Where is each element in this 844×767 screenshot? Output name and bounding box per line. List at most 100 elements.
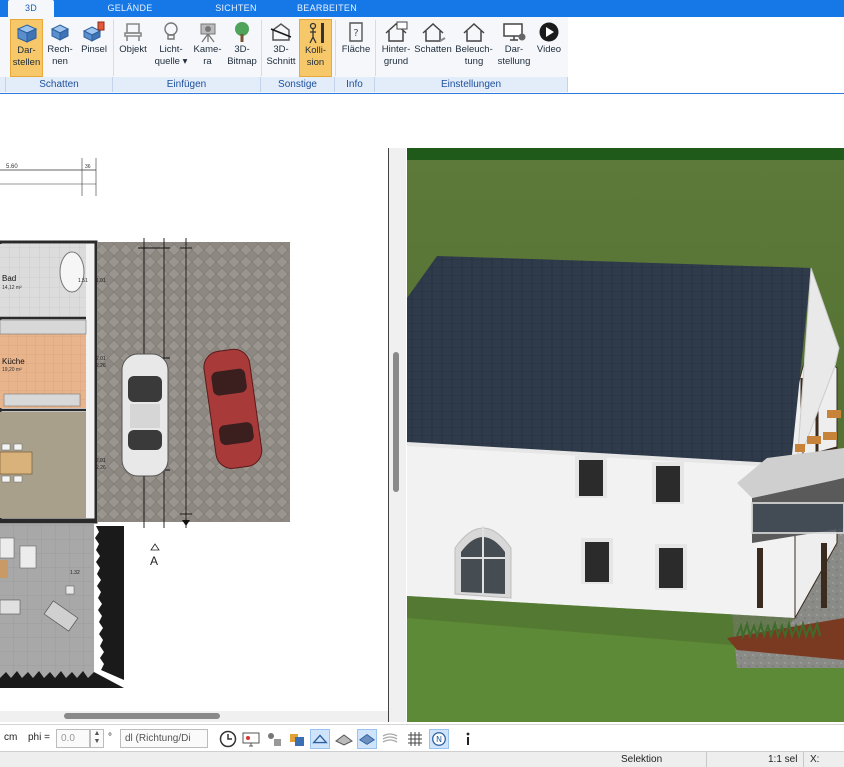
floor-plan-view[interactable]: 5.60 36 Bad 14,12 m² Küche 19,20 m² 1.51… [0,148,388,722]
bottom-toolbar: cm phi = ▲▼ ° dl (Richtung/Di N [0,724,844,751]
schatten-button[interactable]: Schatten [414,19,452,77]
plane-tilt-icon[interactable] [310,729,330,749]
lightbulb-icon [164,22,178,40]
video-button[interactable]: Video [534,19,564,77]
svg-text:N: N [436,734,442,744]
ribbon-separator [261,20,262,76]
house-shadow-icon [422,22,446,42]
darstellung-button[interactable]: Dar- stellung [495,19,533,77]
darstellen-label: Dar- stellen [12,45,41,68]
horizon-band [407,148,844,160]
monitor-settings-icon [503,23,526,41]
tree-icon [235,22,249,42]
layers-color-icon[interactable] [287,729,307,749]
ribbon-separator [375,20,376,76]
kollision-button[interactable]: Kolli- sion [299,19,332,77]
kitchen-counter [0,319,87,335]
chair-icon [124,23,142,41]
cut-icon [270,23,292,41]
objekt-label: Objekt [119,44,147,55]
phi-input[interactable] [56,729,90,748]
bathtub [59,251,85,293]
flaeche-button[interactable]: ? Fläche [338,19,374,77]
dimension-arrow [182,520,190,526]
group-einstellungen: Einstellungen [375,77,568,92]
pinsel-button[interactable]: Pinsel [78,19,110,77]
3d-schnitt-button[interactable]: 3D- Schnitt [264,19,298,77]
flaeche-label: Fläche [341,44,371,55]
person-wall-icon [308,22,324,44]
room-name-bad: Bad [2,274,16,283]
dl-direction-select[interactable]: dl (Richtung/Di [120,729,208,748]
dim-label: 1.32 [70,570,80,576]
status-bar: Selektion 1:1 sel X: [0,751,844,767]
kitchen-island [3,393,81,407]
status-coordinate-x: X: [810,754,820,765]
ribbon: Dar- stellen Rech- nen Pinsel Objekt Lic… [0,17,568,93]
3d-bitmap-button[interactable]: 3D- Bitmap [225,19,259,77]
ribbon-tab-bar: 3D GELÄNDE SICHTEN BEARBEITEN [0,0,844,17]
room-area-kueche: 19,20 m² [2,367,22,373]
status-separator [706,752,707,767]
lichtquelle-label: Licht- quelle ▾ [154,44,188,67]
ribbon-separator [113,20,114,76]
camera-icon [200,23,215,43]
objekt-button[interactable]: Objekt [116,19,150,77]
hintergrund-button[interactable]: Hinter- grund [378,19,414,77]
3d-view[interactable] [407,148,844,722]
tab-sichten[interactable]: SICHTEN [200,0,272,17]
room-name-kueche: Küche [2,357,25,366]
rechnen-label: Rech- nen [47,44,73,67]
phi-stepper[interactable]: ▲ ▼ [90,729,104,748]
3d-render-canvas[interactable] [407,148,844,722]
dim-label: 1.01 [96,278,106,284]
phi-label: phi = [28,732,50,743]
rechnen-button[interactable]: Rech- nen [45,19,75,77]
beleuchtung-button[interactable]: Beleuch- tung [454,19,494,77]
group-info: Info [335,77,375,92]
play-icon [539,22,559,42]
schatten-label: Schatten [414,44,452,55]
tab-3d[interactable]: 3D [8,0,54,17]
svg-text:?: ? [353,28,358,39]
grid-icon[interactable] [405,729,425,749]
more-icon[interactable] [458,729,478,749]
video-label: Video [536,44,562,55]
tools-icon[interactable] [264,729,284,749]
darstellen-button[interactable]: Dar- stellen [10,19,43,77]
dim-label: 2.01 [96,458,106,464]
clock-icon[interactable] [218,729,238,749]
unit-label: cm [4,732,18,743]
floor-plan-canvas[interactable]: 5.60 36 Bad 14,12 m² Küche 19,20 m² 1.51… [0,148,388,722]
stack-icon[interactable] [380,729,400,749]
status-separator [803,752,804,767]
dl-direction-value: dl (Richtung/Di [125,733,191,744]
degree-label: ° [108,732,112,743]
ribbon-separator [335,20,336,76]
dim-label: 2.26 [96,363,106,369]
hintergrund-label: Hinter- grund [381,44,411,67]
kamera-button[interactable]: Kame- ra [191,19,224,77]
kamera-label: Kame- ra [193,44,222,67]
walls-icon[interactable] [334,729,354,749]
tab-bearbeiten[interactable]: BEARBEITEN [290,0,364,17]
group-sonstige: Sonstige [261,77,335,92]
house-light-icon [463,22,485,42]
cube-display-icon [16,24,37,43]
north-icon[interactable]: N [429,729,449,749]
ribbon-empty-area [568,17,844,93]
monitor-icon[interactable] [241,729,261,749]
white-car [121,353,169,477]
status-mode: Selektion [621,754,663,765]
group-schatten: Schatten [6,77,113,92]
plan-vertical-scroll-thumb[interactable] [393,352,399,492]
section-marker-label: A [150,554,158,568]
plan-horizontal-scroll-thumb[interactable] [64,713,220,719]
dining-table [0,451,33,475]
dim-label: 1.51 [78,278,88,284]
lichtquelle-button[interactable]: Licht- quelle ▾ [153,19,189,77]
tab-gelaende[interactable]: GELÄNDE [92,0,168,17]
ribbon-bottom-line [0,93,844,94]
floor-plane-icon[interactable] [357,729,377,749]
section-marker-icon[interactable] [150,543,160,551]
